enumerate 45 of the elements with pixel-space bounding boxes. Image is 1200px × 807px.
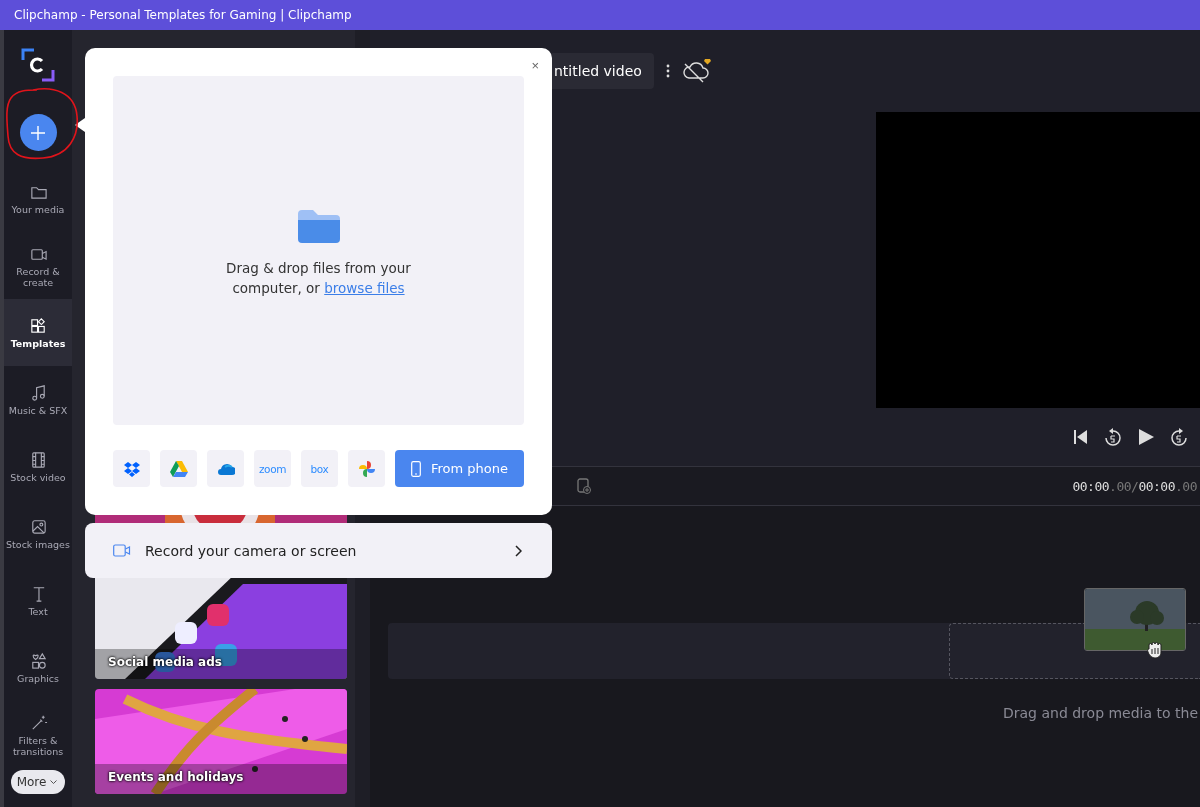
source-button[interactable]: [207, 450, 244, 487]
more-options-icon[interactable]: [665, 64, 670, 78]
window-title: Clipchamp - Personal Templates for Gaming | Clipchamp: [14, 8, 352, 22]
nav-item[interactable]: Stock video: [4, 433, 72, 500]
record-menu[interactable]: Record your camera or screen: [85, 523, 552, 578]
skip-back-icon[interactable]: [1074, 428, 1088, 445]
phone-icon: [411, 460, 421, 477]
fast-forward-icon[interactable]: [1170, 426, 1188, 447]
template-card[interactable]: Events and holidays: [95, 689, 347, 794]
card-title: Events and holidays: [108, 770, 244, 784]
source-button[interactable]: [348, 450, 385, 487]
nav-item[interactable]: Filters & transitions: [4, 701, 72, 768]
timeline-hint: Drag and drop media to the: [1003, 705, 1199, 721]
video-camera-icon: [113, 544, 131, 557]
browse-files-link[interactable]: browse files: [324, 279, 405, 296]
nav-item[interactable]: Templates: [4, 299, 72, 366]
close-button[interactable]: ×: [531, 58, 539, 73]
add-clip-icon[interactable]: [577, 478, 591, 494]
chevron-down-icon: [50, 779, 58, 785]
play-icon[interactable]: [1138, 427, 1154, 446]
add-button[interactable]: [19, 114, 57, 151]
source-button[interactable]: [160, 450, 197, 487]
triangle-icon: [169, 459, 188, 478]
diamonds-icon: [122, 459, 141, 478]
project-title[interactable]: ntitled video: [552, 53, 654, 89]
source-button[interactable]: [113, 450, 150, 487]
nav-item[interactable]: Record & create: [4, 232, 72, 299]
rewind-icon[interactable]: [1104, 426, 1122, 447]
logo-icon: [21, 48, 55, 82]
timecode: 00:00.00/00:00.00: [1072, 478, 1198, 494]
nav-item[interactable]: Your media: [4, 165, 72, 232]
pinwheel-icon: [357, 459, 376, 478]
folder-icon: [295, 207, 342, 244]
from-phone-button[interactable]: From phone: [395, 450, 524, 487]
cloud-off-icon[interactable]: [681, 58, 712, 84]
chevron-right-icon: [515, 544, 522, 557]
nav-item[interactable]: Stock images: [4, 500, 72, 567]
nav-item[interactable]: Graphics: [4, 634, 72, 701]
more-button[interactable]: More: [10, 770, 66, 794]
drop-instructions: Drag & drop files from your computer, or browse files: [225, 258, 412, 298]
drop-area[interactable]: Drag & drop files from your computer, or browse files: [113, 76, 524, 425]
nav-item[interactable]: Text: [4, 567, 72, 634]
templates-icon: [28, 316, 48, 335]
nav-item[interactable]: Music & SFX: [4, 366, 72, 433]
plus-icon: [31, 125, 45, 140]
